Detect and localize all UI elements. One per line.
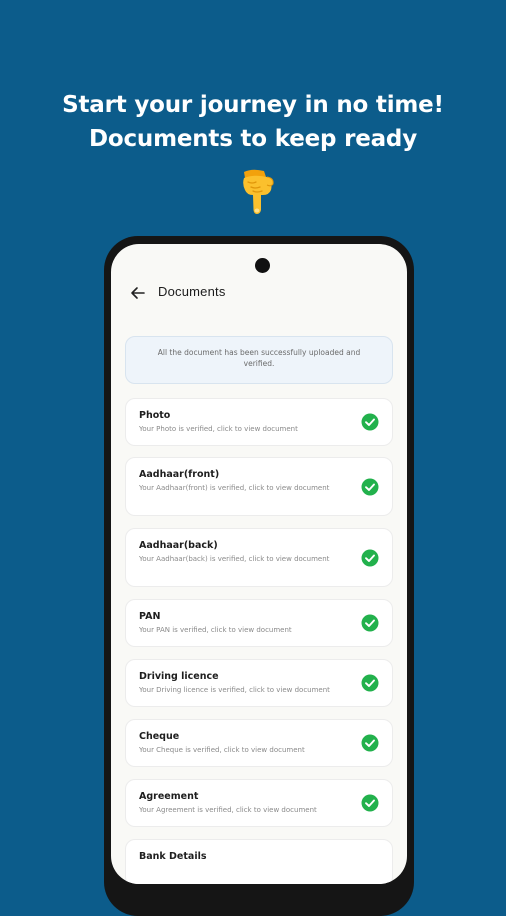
notice-text: All the document has been successfully u…	[157, 348, 361, 368]
document-title: Bank Details	[139, 851, 207, 862]
check-circle-icon	[361, 614, 379, 632]
verification-notice: All the document has been successfully u…	[125, 336, 393, 384]
document-title: Photo	[139, 410, 171, 421]
document-card-cheque[interactable]: Cheque Your Cheque is verified, click to…	[125, 719, 393, 767]
document-card-bank-details[interactable]: Bank Details	[125, 839, 393, 884]
document-card-pan[interactable]: PAN Your PAN is verified, click to view …	[125, 599, 393, 647]
document-status-text: Your Aadhaar(front) is verified, click t…	[139, 484, 330, 492]
check-circle-icon	[361, 734, 379, 752]
pointing-down-hand-icon	[238, 168, 278, 216]
document-card-aadhaar-front[interactable]: Aadhaar(front) Your Aadhaar(front) is ve…	[125, 457, 393, 516]
document-status-text: Your Cheque is verified, click to view d…	[139, 746, 305, 754]
document-card-driving-licence[interactable]: Driving licence Your Driving licence is …	[125, 659, 393, 707]
document-title: PAN	[139, 611, 161, 622]
check-circle-icon	[361, 413, 379, 431]
document-title: Agreement	[139, 791, 199, 802]
check-circle-icon	[361, 794, 379, 812]
document-title: Aadhaar(front)	[139, 469, 220, 480]
document-status-text: Your Aadhaar(back) is verified, click to…	[139, 555, 330, 563]
check-circle-icon	[361, 478, 379, 496]
document-card-photo[interactable]: Photo Your Photo is verified, click to v…	[125, 398, 393, 446]
document-card-aadhaar-back[interactable]: Aadhaar(back) Your Aadhaar(back) is veri…	[125, 528, 393, 587]
document-status-text: Your Driving licence is verified, click …	[139, 686, 330, 694]
page-title: Documents	[158, 284, 226, 299]
app-screen: Documents All the document has been succ…	[111, 244, 407, 884]
headline-line-2: Documents to keep ready	[88, 126, 417, 152]
check-circle-icon	[361, 549, 379, 567]
document-title: Cheque	[139, 731, 180, 742]
app-header: Documents	[111, 280, 407, 310]
arrow-left-icon[interactable]	[127, 282, 149, 304]
document-status-text: Your PAN is verified, click to view docu…	[139, 626, 292, 634]
promo-headline: Start your journey in no time! Documents…	[0, 88, 506, 156]
document-title: Aadhaar(back)	[139, 540, 218, 551]
headline-line-1: Start your journey in no time!	[62, 92, 444, 118]
phone-frame: Documents All the document has been succ…	[104, 236, 414, 916]
document-card-agreement[interactable]: Agreement Your Agreement is verified, cl…	[125, 779, 393, 827]
front-camera	[255, 258, 270, 273]
check-circle-icon	[361, 674, 379, 692]
document-status-text: Your Agreement is verified, click to vie…	[139, 806, 317, 814]
document-status-text: Your Photo is verified, click to view do…	[139, 425, 298, 433]
document-title: Driving licence	[139, 671, 219, 682]
